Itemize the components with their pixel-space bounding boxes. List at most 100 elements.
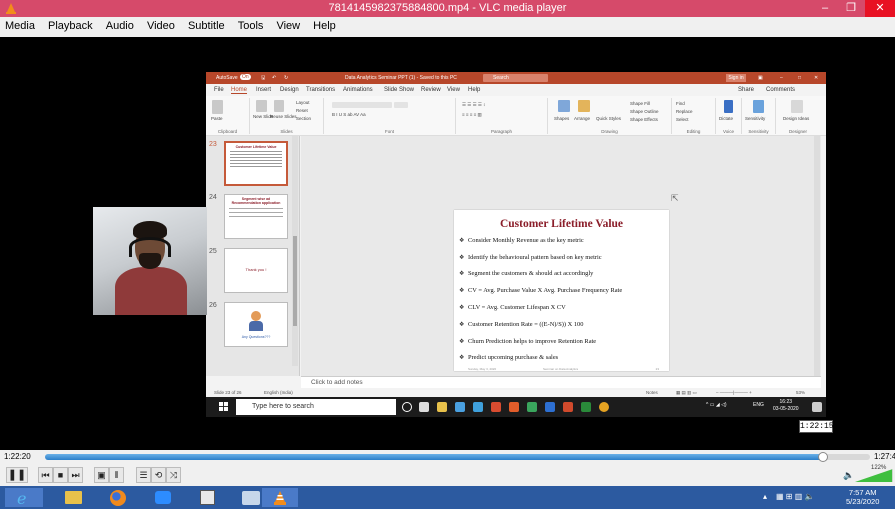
footer-page: 23 <box>655 367 659 371</box>
group-slides: New Slide Reuse Slides Layout Reset Sect… <box>250 98 324 134</box>
ppt-minimize-icon: – <box>780 75 783 81</box>
redo-icon: ↻ <box>284 75 289 81</box>
host-clock[interactable]: 7:57 AM 5/23/2020 <box>846 488 879 506</box>
notepad-icon <box>200 490 215 505</box>
close-button[interactable]: ✕ <box>865 0 895 17</box>
thumb-number: 23 <box>209 141 217 148</box>
seek-row: 1:22:20 1:27:4 <box>0 450 895 464</box>
recorded-clock: 16:23 03-05-2020 <box>773 399 799 413</box>
host-taskbar: e ▴ ▦ ⊞ ▥ 🔈 7:57 AM 5/23/2020 <box>0 486 895 509</box>
design-ideas-icon <box>791 100 803 113</box>
menu-audio[interactable]: Audio <box>101 17 139 35</box>
taskbar-firefox[interactable] <box>100 488 136 507</box>
task-view-icon <box>419 402 429 412</box>
bullet-item: ❖ Consider Monthly Revenue as the key met… <box>459 232 665 249</box>
loop-button[interactable]: ⟲ <box>151 467 166 483</box>
mouse-cursor-icon: ⇱ <box>671 193 679 203</box>
bullet-item: ❖ CV = Avg. Purchase Value X Avg. Purchas… <box>459 282 665 299</box>
tray-show-hidden-icon[interactable]: ▴ <box>763 492 767 501</box>
section-label: Section <box>296 116 312 121</box>
shuffle-button[interactable]: ⤨ <box>166 467 181 483</box>
menu-subtitle[interactable]: Subtitle <box>183 17 230 35</box>
diamond-bullet-icon: ❖ <box>459 254 465 261</box>
select-label: Select <box>676 117 689 122</box>
previous-button[interactable]: ⏮ <box>38 467 53 483</box>
minimize-button[interactable]: – <box>813 0 837 17</box>
speaker-icon[interactable]: 🔈 <box>843 470 854 481</box>
reuse-slides-label: Reuse Slides <box>270 114 297 119</box>
menu-tools[interactable]: Tools <box>233 17 269 35</box>
playback-controls: ❚❚ ⏮ ■ ⏭ ▣ ⦀ ☰ ⟲ ⤨ 🔈 122% <box>0 464 895 486</box>
volume-control[interactable]: 🔈 122% <box>843 465 893 482</box>
tab-review: Review <box>421 87 441 93</box>
next-button[interactable]: ⏭ <box>68 467 83 483</box>
taskbar-file-explorer[interactable] <box>55 488 91 507</box>
extended-settings-button[interactable]: ⦀ <box>109 467 124 483</box>
bullet-text: Consider Monthly Revenue as the key metr… <box>468 236 584 244</box>
question-figure-icon <box>251 311 261 321</box>
font-size-box <box>394 102 408 108</box>
ppt-maximize-icon: □ <box>798 75 802 81</box>
menu-media[interactable]: Media <box>0 17 40 35</box>
thumb-number: 25 <box>209 248 217 255</box>
sensitivity-icon <box>753 100 764 113</box>
file-explorer-icon <box>437 402 447 412</box>
taskbar-vlc[interactable] <box>262 488 298 507</box>
title-bar: 7814145982375884800.mp4 - VLC media play… <box>0 0 895 17</box>
elapsed-time: 1:22:20 <box>4 452 31 461</box>
taskbar-internet-explorer[interactable]: e <box>5 488 43 508</box>
bullet-text: Churn Prediction helps to improve Retent… <box>468 337 597 345</box>
tray-icons[interactable]: ▦ ⊞ ▥ 🔈 <box>776 492 814 501</box>
thumbnails-scrollbar <box>292 136 298 366</box>
stop-button[interactable]: ■ <box>53 467 68 483</box>
thumb-line <box>230 166 282 167</box>
comments-button: Comments <box>766 87 796 93</box>
shapes-icon <box>558 100 570 112</box>
taskbar-zoom[interactable] <box>145 488 181 507</box>
slide-thumbnails-pane: 23 Customer Lifetime Value 24 Segment wi… <box>206 136 300 376</box>
thumbnail-slide-26: Any Questions??? <box>224 302 288 347</box>
group-label-sensitivity: Sensitivity <box>748 129 769 134</box>
maximize-button[interactable]: ❐ <box>839 0 863 17</box>
bullet-text: CLV = Avg. Customer Lifespan X CV <box>468 304 566 312</box>
group-font: B I U S ab AV Aa Font <box>324 98 456 134</box>
menu-video[interactable]: Video <box>142 17 180 35</box>
group-clipboard: Paste Clipboard <box>206 98 250 134</box>
footer-center: Seminar on Data Analytics <box>543 367 579 371</box>
video-area[interactable]: AutoSave On 🖫 ↶ ↻ Data Analytics Seminar… <box>0 37 895 450</box>
headset-icon <box>129 237 171 257</box>
hover-timestamp: 1:22:15 <box>799 420 834 433</box>
bullet-text: Identify the behavioural pattern based o… <box>468 253 602 261</box>
notifications-icon <box>812 402 822 412</box>
fullscreen-button[interactable]: ▣ <box>94 467 109 483</box>
current-slide: Customer Lifetime Value ❖ Consider Monthl… <box>454 210 669 371</box>
seek-bar[interactable] <box>45 454 870 460</box>
playlist-button[interactable]: ☰ <box>136 467 151 483</box>
reuse-slides-icon <box>274 100 284 112</box>
arrange-label: Arrange <box>574 116 591 121</box>
pause-button[interactable]: ❚❚ <box>6 467 28 483</box>
recorded-date: 03-05-2020 <box>773 406 799 412</box>
slide-bullet-list: ❖ Consider Monthly Revenue as the key met… <box>459 232 665 366</box>
thumb-line <box>230 160 282 161</box>
tab-help: Help <box>468 87 481 93</box>
thumb-line <box>230 154 282 155</box>
quick-styles-label: Quick Styles <box>596 116 622 121</box>
undo-icon: ↶ <box>272 75 277 81</box>
thumbnail-slide-23: Customer Lifetime Value <box>224 141 288 186</box>
ppt-close-icon: ✕ <box>814 75 819 81</box>
menu-help[interactable]: Help <box>308 17 341 35</box>
diamond-bullet-icon: ❖ <box>459 288 465 295</box>
taskbar-notes[interactable] <box>190 488 226 507</box>
dictate-label: Dictate <box>719 116 734 121</box>
autosave-toggle: On <box>240 74 251 80</box>
menu-playback[interactable]: Playback <box>43 17 98 35</box>
tab-home: Home <box>231 87 248 94</box>
menu-view[interactable]: View <box>271 17 305 35</box>
webcam-overlay <box>93 207 207 315</box>
excel-icon <box>581 402 591 412</box>
display-icon <box>242 491 260 505</box>
shape-effects-label: Shape Effects <box>630 117 658 122</box>
canvas-scrollbar <box>814 136 820 376</box>
seek-handle[interactable] <box>817 452 828 462</box>
